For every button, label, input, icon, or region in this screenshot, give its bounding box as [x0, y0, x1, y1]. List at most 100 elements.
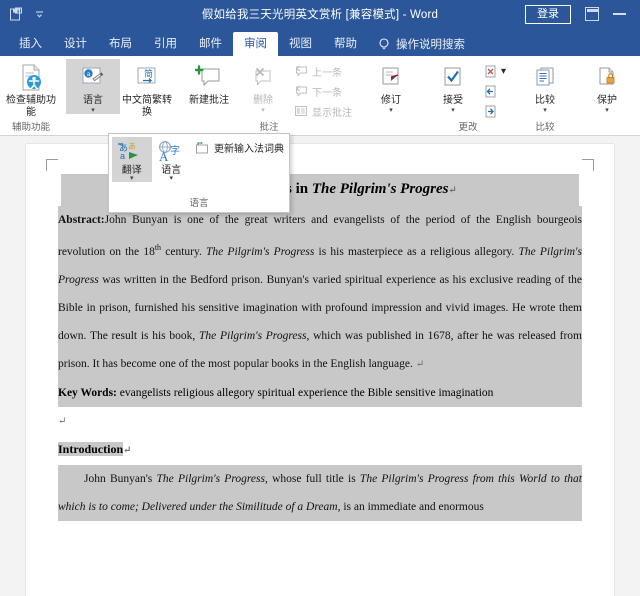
- update-ime-dictionary-button[interactable]: 更新输入法词典: [191, 137, 286, 155]
- svg-text:a: a: [120, 151, 125, 161]
- tracking-group-label: [360, 122, 422, 135]
- check-accessibility-label: 检查辅助功能: [6, 95, 56, 118]
- reject-icon: [485, 65, 496, 77]
- ribbon-group-comments: 新建批注 删除 ▾ 上一条 下一条 显示批注 批注: [178, 56, 360, 135]
- tell-me-label: 操作说明搜索: [396, 39, 465, 51]
- protect-button[interactable]: 保护 ▾: [580, 59, 634, 114]
- new-comment-label: 新建批注: [189, 95, 229, 106]
- new-comment-icon: [195, 62, 223, 94]
- document-title-italic: The Pilgrim's Progres: [311, 181, 449, 197]
- next-comment-button[interactable]: 下一条: [290, 81, 356, 101]
- next-change-icon: [485, 105, 496, 117]
- protect-group-label: [576, 122, 638, 135]
- chevron-down-icon[interactable]: ▾: [543, 107, 547, 114]
- chevron-down-icon[interactable]: ▾: [169, 175, 173, 182]
- chevron-down-icon[interactable]: ▾: [261, 107, 265, 114]
- language-globe-icon: A 字: [156, 139, 186, 165]
- delete-comment-button[interactable]: 删除 ▾: [236, 59, 290, 114]
- language-dropdown-menu[interactable]: あ あ a 翻译 ▾ A 字 语言 ▾ 更新输入法词典 语言: [108, 133, 290, 213]
- chevron-down-icon[interactable]: ▾: [605, 107, 609, 114]
- tell-me-search[interactable]: 操作说明搜索: [378, 32, 465, 56]
- delete-comment-icon: [250, 62, 276, 94]
- accessibility-group-label: 辅助功能: [11, 122, 50, 133]
- tab-review[interactable]: 审阅: [233, 32, 278, 56]
- chevron-down-icon[interactable]: ▾: [501, 66, 506, 77]
- customize-qat-icon[interactable]: [31, 6, 48, 23]
- changes-small-buttons: ▾: [480, 59, 510, 121]
- keywords-text: evangelists religious allegory spiritual…: [116, 386, 494, 399]
- tab-help[interactable]: 帮助: [323, 32, 368, 56]
- save-icon[interactable]: [8, 6, 25, 23]
- check-accessibility-button[interactable]: 检查辅助功能: [4, 59, 58, 118]
- update-dictionary-icon: [196, 141, 208, 153]
- track-changes-button[interactable]: 修订 ▾: [364, 59, 418, 114]
- previous-comment-icon: [295, 65, 307, 77]
- chevron-down-icon[interactable]: ▾: [389, 107, 393, 114]
- ribbon-group-tracking: 修订 ▾: [360, 56, 422, 135]
- accept-check-icon: [440, 62, 466, 94]
- next-change-button[interactable]: [480, 101, 510, 121]
- title-bar: 假如给我三天光明英文赏析 [兼容模式] - Word 登录: [0, 0, 640, 28]
- ribbon-group-compare: 比较 ▾ 比较: [514, 56, 576, 135]
- tab-insert[interactable]: 插入: [8, 32, 53, 56]
- abstract-label: Abstract:: [58, 214, 105, 226]
- previous-change-button[interactable]: [480, 81, 510, 101]
- compare-button[interactable]: 比较 ▾: [518, 59, 572, 114]
- chevron-down-icon[interactable]: ▾: [451, 107, 455, 114]
- show-comments-button[interactable]: 显示批注: [290, 101, 356, 121]
- language-submenu-button[interactable]: A 字 语言 ▾: [152, 137, 192, 182]
- chinese-conversion-button[interactable]: 简 中文简繁转换: [120, 59, 174, 118]
- intro-text-1: John Bunyan's: [84, 472, 157, 485]
- next-comment-icon: [295, 85, 307, 97]
- abstract-text-3: is his masterpiece as a religious allego…: [314, 245, 519, 258]
- svg-text:简: 简: [144, 68, 153, 79]
- new-comment-button[interactable]: 新建批注: [182, 59, 236, 107]
- previous-comment-label: 上一条: [312, 67, 342, 79]
- tab-design[interactable]: 设计: [53, 32, 98, 56]
- abstract-paragraph: Abstract:John Bunyan is one of the great…: [58, 206, 582, 379]
- ribbon-review: 同义词库 字数统计: [0, 56, 640, 136]
- comment-nav-stack: 上一条 下一条 显示批注: [290, 59, 356, 121]
- document-area[interactable]: Literary analysis in The Pilgrim's Progr…: [0, 136, 640, 596]
- tab-layout[interactable]: 布局: [98, 32, 143, 56]
- tab-view[interactable]: 视图: [278, 32, 323, 56]
- sign-in-button[interactable]: 登录: [525, 4, 571, 24]
- accept-button[interactable]: 接受 ▾: [426, 59, 480, 114]
- section-heading-introduction: Introduction↵: [58, 435, 582, 465]
- delete-comment-label: 删除: [253, 95, 273, 106]
- language-label: 语言: [83, 95, 103, 106]
- previous-comment-button[interactable]: 上一条: [290, 61, 356, 81]
- chevron-down-icon[interactable]: ▾: [130, 175, 134, 182]
- minimize-button[interactable]: [613, 13, 626, 15]
- abstract-text-2: century.: [161, 245, 207, 258]
- translate-button[interactable]: あ あ a 翻译 ▾: [112, 137, 152, 182]
- chinese-conversion-label: 中文简繁转换: [122, 95, 172, 118]
- ribbon-group-protect: 保护 ▾: [576, 56, 638, 135]
- show-comments-icon: [295, 106, 307, 116]
- next-comment-label: 下一条: [312, 87, 342, 99]
- margin-mark-top-right: [582, 159, 594, 171]
- abstract-italic-3: The Pilgrim's Progress,: [199, 329, 310, 342]
- svg-text:A: A: [159, 149, 169, 164]
- introduction-paragraph: John Bunyan's The Pilgrim's Progress, wh…: [58, 464, 582, 521]
- ribbon-display-options-icon[interactable]: [585, 7, 599, 21]
- chevron-down-icon[interactable]: ▾: [91, 107, 95, 114]
- document-content[interactable]: Literary analysis in The Pilgrim's Progr…: [58, 174, 582, 521]
- lock-document-icon: [594, 62, 620, 94]
- translate-icon: あ あ a: [117, 139, 147, 165]
- reject-button[interactable]: ▾: [480, 61, 510, 81]
- tab-mailings[interactable]: 邮件: [188, 32, 233, 56]
- window-controls: 登录: [525, 4, 640, 24]
- ribbon-group-changes: 接受 ▾ ▾ 更改: [422, 56, 514, 135]
- update-ime-dictionary-label: 更新输入法词典: [214, 144, 284, 155]
- compare-icon: [532, 62, 558, 94]
- keywords-paragraph: Key Words: evangelists religious allegor…: [58, 378, 582, 407]
- language-icon: a: [80, 62, 106, 94]
- compare-group-label: 比较: [535, 122, 555, 133]
- pilcrow-mark: ↵: [448, 185, 457, 196]
- ribbon-tabs: 插入 设计 布局 引用 邮件 审阅 视图 帮助 操作说明搜索: [0, 28, 640, 56]
- tab-references[interactable]: 引用: [143, 32, 188, 56]
- section-heading-text: Introduction: [58, 441, 124, 456]
- pilcrow-mark: ↵: [415, 358, 425, 370]
- language-button[interactable]: a 语言 ▾: [66, 59, 120, 114]
